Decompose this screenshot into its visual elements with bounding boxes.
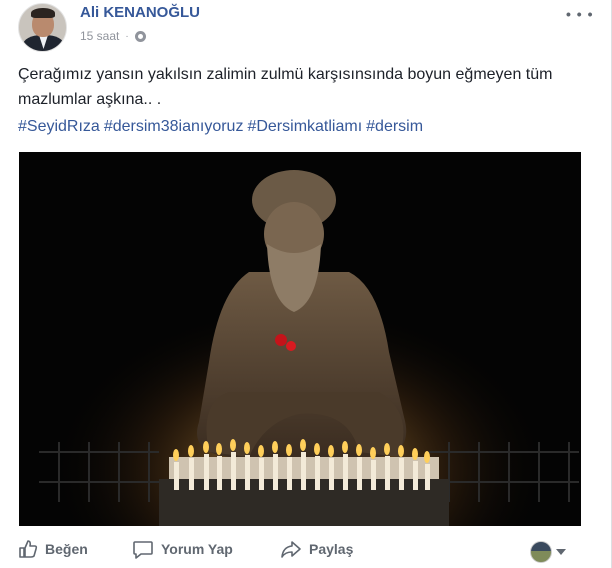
comment-label: Yorum Yap (161, 541, 233, 557)
viewer-avatar (530, 541, 552, 563)
globe-icon[interactable] (134, 30, 146, 42)
hashtag-link[interactable]: #dersim38ianıyoruz (104, 118, 244, 135)
statue-candles-image (19, 152, 581, 526)
meta-separator: · (125, 30, 129, 42)
share-icon (281, 541, 301, 558)
post-photo[interactable] (19, 152, 581, 526)
share-label: Paylaş (309, 541, 354, 557)
thumbs-up-icon (19, 540, 38, 558)
post-action-bar: Beğen Yorum Yap Paylaş (0, 535, 612, 567)
comment-icon (133, 541, 153, 559)
hashtag-link[interactable]: #SeyidRıza (18, 118, 100, 135)
comment-button[interactable]: Yorum Yap (132, 539, 233, 559)
like-button[interactable]: Beğen (18, 539, 88, 559)
share-button[interactable]: Paylaş (280, 539, 353, 559)
post-meta: 15 saat · (80, 29, 146, 43)
post-timestamp[interactable]: 15 saat (80, 29, 119, 43)
post-text: Çerağımız yansın yakılsın zalimin zulmü … (18, 66, 553, 108)
caret-down-icon (556, 549, 566, 555)
hashtag-link[interactable]: #dersim (366, 118, 423, 135)
post-card: Ali KENANOĞLU 15 saat · • • • Çerağımız … (0, 0, 612, 568)
author-avatar[interactable] (18, 3, 67, 52)
hashtag-link[interactable]: #Dersimkatliamı (247, 118, 362, 135)
author-name[interactable]: Ali KENANOĞLU (80, 4, 200, 21)
more-options-icon[interactable]: • • • (566, 6, 593, 22)
reaction-audience-selector[interactable] (530, 541, 566, 563)
hashtag-list: #SeyidRıza #dersim38ianıyoruz #Dersimkatli… (18, 116, 427, 138)
like-label: Beğen (45, 541, 88, 557)
